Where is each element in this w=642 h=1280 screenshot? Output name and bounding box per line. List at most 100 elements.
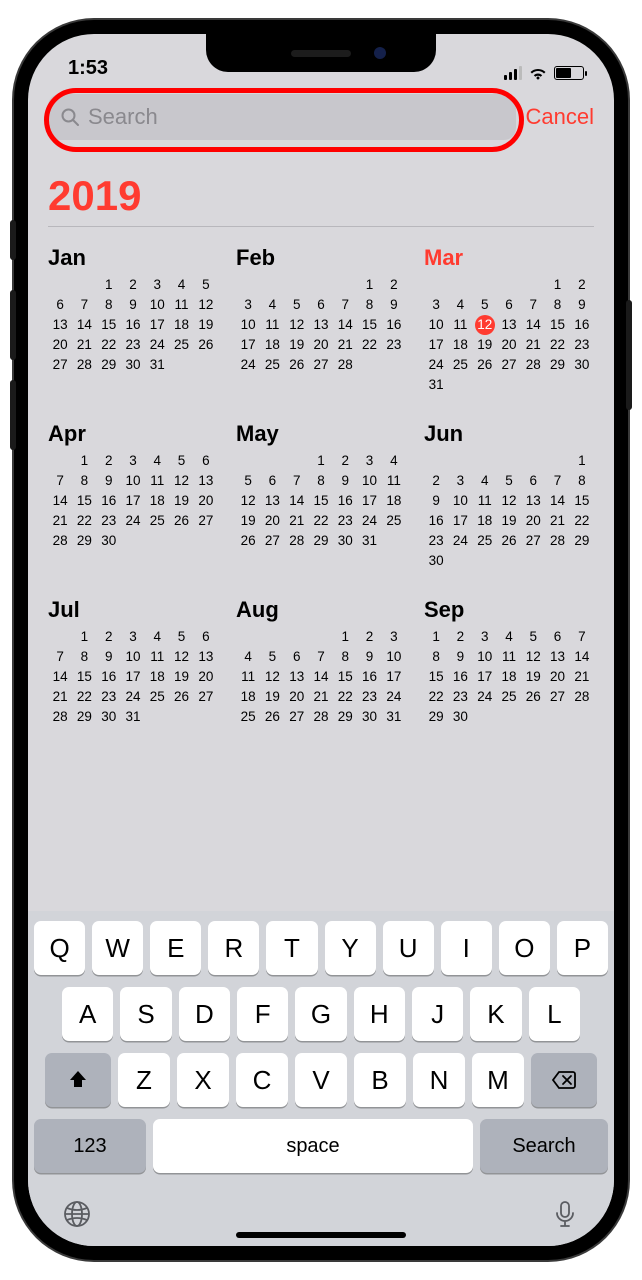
day-cell[interactable]: 12: [285, 315, 309, 335]
day-cell[interactable]: 28: [48, 531, 72, 551]
day-cell[interactable]: 24: [236, 355, 260, 375]
day-cell[interactable]: 25: [236, 707, 260, 727]
day-cell[interactable]: 5: [194, 275, 218, 295]
backspace-key[interactable]: [531, 1053, 597, 1107]
day-cell[interactable]: 20: [48, 335, 72, 355]
day-cell[interactable]: 1: [424, 627, 448, 647]
day-cell[interactable]: 19: [194, 315, 218, 335]
day-cell[interactable]: 6: [521, 471, 545, 491]
day-cell[interactable]: 22: [309, 511, 333, 531]
day-cell[interactable]: 19: [236, 511, 260, 531]
day-cell[interactable]: 6: [497, 295, 521, 315]
month-apr[interactable]: Apr1234567891011121314151617181920212223…: [48, 421, 218, 571]
day-cell[interactable]: 30: [121, 355, 145, 375]
day-cell[interactable]: 25: [448, 355, 472, 375]
day-cell[interactable]: 12: [236, 491, 260, 511]
day-cell[interactable]: 9: [448, 647, 472, 667]
day-cell[interactable]: 15: [309, 491, 333, 511]
day-cell[interactable]: 1: [333, 627, 357, 647]
day-cell[interactable]: 17: [424, 335, 448, 355]
day-cell[interactable]: 5: [285, 295, 309, 315]
day-cell[interactable]: 4: [260, 295, 284, 315]
key-c[interactable]: C: [236, 1053, 288, 1107]
day-cell[interactable]: 14: [48, 491, 72, 511]
day-cell[interactable]: 24: [424, 355, 448, 375]
day-cell[interactable]: 12: [169, 647, 193, 667]
day-cell[interactable]: 9: [97, 471, 121, 491]
day-cell[interactable]: 16: [424, 511, 448, 531]
day-cell[interactable]: 28: [309, 707, 333, 727]
day-cell[interactable]: 21: [72, 335, 96, 355]
day-cell[interactable]: 7: [333, 295, 357, 315]
day-cell[interactable]: 29: [545, 355, 569, 375]
day-cell[interactable]: 3: [121, 627, 145, 647]
day-cell[interactable]: 13: [285, 667, 309, 687]
day-cell[interactable]: 25: [145, 511, 169, 531]
day-cell[interactable]: 8: [97, 295, 121, 315]
day-cell[interactable]: 18: [473, 511, 497, 531]
day-cell[interactable]: 24: [357, 511, 381, 531]
day-cell[interactable]: 14: [72, 315, 96, 335]
key-g[interactable]: G: [295, 987, 346, 1041]
search-key[interactable]: Search: [480, 1119, 608, 1173]
space-key[interactable]: space: [153, 1119, 473, 1173]
day-cell[interactable]: 11: [497, 647, 521, 667]
day-cell[interactable]: 16: [333, 491, 357, 511]
day-cell[interactable]: 6: [285, 647, 309, 667]
day-cell[interactable]: 8: [309, 471, 333, 491]
day-cell[interactable]: 19: [521, 667, 545, 687]
day-cell[interactable]: 17: [357, 491, 381, 511]
key-j[interactable]: J: [412, 987, 463, 1041]
day-cell[interactable]: 23: [448, 687, 472, 707]
day-cell[interactable]: 18: [236, 687, 260, 707]
day-cell[interactable]: 11: [145, 647, 169, 667]
day-cell[interactable]: 3: [121, 451, 145, 471]
day-cell[interactable]: 16: [357, 667, 381, 687]
day-cell[interactable]: 14: [545, 491, 569, 511]
day-cell[interactable]: 6: [194, 451, 218, 471]
day-cell[interactable]: 22: [72, 511, 96, 531]
day-cell[interactable]: 29: [570, 531, 594, 551]
key-e[interactable]: E: [150, 921, 201, 975]
day-cell[interactable]: 10: [448, 491, 472, 511]
globe-icon[interactable]: [62, 1199, 92, 1234]
month-jan[interactable]: Jan1234567891011121314151617181920212223…: [48, 245, 218, 395]
day-cell[interactable]: 7: [72, 295, 96, 315]
day-cell[interactable]: 25: [169, 335, 193, 355]
key-r[interactable]: R: [208, 921, 259, 975]
day-cell[interactable]: 1: [357, 275, 381, 295]
day-cell[interactable]: 21: [48, 511, 72, 531]
day-cell[interactable]: 2: [357, 627, 381, 647]
day-cell[interactable]: 29: [309, 531, 333, 551]
day-cell[interactable]: 7: [309, 647, 333, 667]
day-cell[interactable]: 20: [497, 335, 521, 355]
day-cell[interactable]: 1: [72, 451, 96, 471]
day-cell[interactable]: 9: [570, 295, 594, 315]
key-p[interactable]: P: [557, 921, 608, 975]
key-b[interactable]: B: [354, 1053, 406, 1107]
day-cell[interactable]: 5: [169, 627, 193, 647]
day-cell[interactable]: 4: [145, 627, 169, 647]
day-cell[interactable]: 11: [169, 295, 193, 315]
day-cell[interactable]: 18: [169, 315, 193, 335]
day-cell[interactable]: 28: [570, 687, 594, 707]
day-cell[interactable]: 22: [333, 687, 357, 707]
key-i[interactable]: I: [441, 921, 492, 975]
day-cell[interactable]: 21: [309, 687, 333, 707]
day-cell[interactable]: 26: [497, 531, 521, 551]
day-cell[interactable]: 25: [473, 531, 497, 551]
day-cell[interactable]: 10: [121, 471, 145, 491]
day-cell[interactable]: 20: [260, 511, 284, 531]
day-cell[interactable]: 11: [260, 315, 284, 335]
day-cell[interactable]: 10: [357, 471, 381, 491]
day-cell[interactable]: 29: [333, 707, 357, 727]
key-x[interactable]: X: [177, 1053, 229, 1107]
day-cell[interactable]: 15: [72, 667, 96, 687]
day-cell[interactable]: 12: [475, 315, 495, 335]
day-cell[interactable]: 13: [260, 491, 284, 511]
day-cell[interactable]: 31: [357, 531, 381, 551]
day-cell[interactable]: 9: [357, 647, 381, 667]
day-cell[interactable]: 28: [545, 531, 569, 551]
day-cell[interactable]: 18: [260, 335, 284, 355]
day-cell[interactable]: 26: [194, 335, 218, 355]
